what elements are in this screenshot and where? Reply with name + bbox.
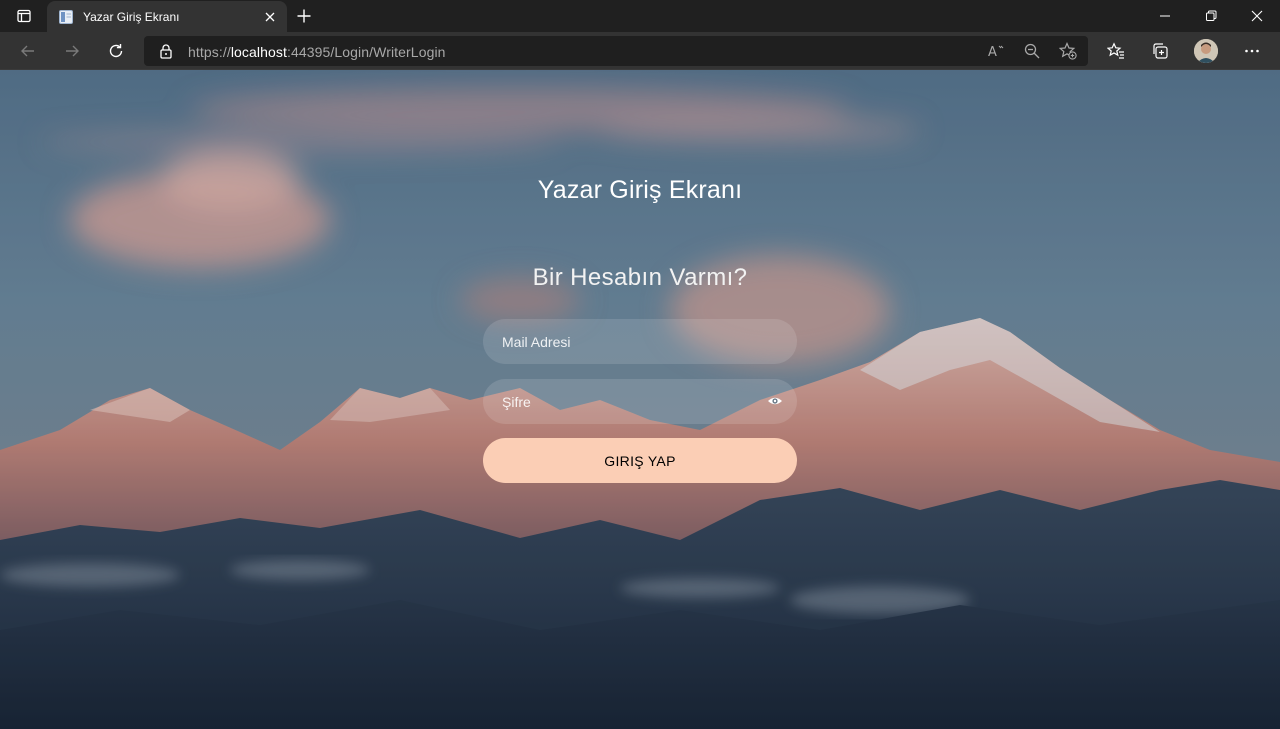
login-page: Yazar Giriş Ekranı Bir Hesabın Varmı? GI…: [0, 70, 1280, 729]
mail-field[interactable]: [483, 319, 797, 364]
url-path: :44395/Login/WriterLogin: [286, 44, 446, 60]
tab-title: Yazar Giriş Ekranı: [83, 9, 180, 24]
close-window-icon[interactable]: [1234, 0, 1280, 32]
address-bar[interactable]: https://localhost:44395/Login/WriterLogi…: [144, 36, 1088, 66]
login-button[interactable]: GIRIŞ YAP: [483, 438, 797, 483]
arrow-right-icon[interactable]: [58, 37, 86, 65]
tab-strip: Yazar Giriş Ekranı: [0, 0, 1280, 32]
url-scheme: https://: [188, 44, 231, 60]
tab-actions-icon[interactable]: [8, 4, 40, 28]
tab-close-icon[interactable]: [258, 5, 282, 29]
zoom-out-icon[interactable]: [1021, 40, 1043, 62]
login-title: Yazar Giriş Ekranı: [537, 176, 743, 204]
password-field[interactable]: [483, 379, 797, 424]
read-aloud-icon[interactable]: A: [985, 40, 1007, 62]
mail-input[interactable]: [483, 319, 797, 364]
page-favicon-icon: [58, 9, 74, 25]
refresh-icon[interactable]: [102, 37, 130, 65]
minimize-icon[interactable]: [1142, 0, 1188, 32]
svg-text:A: A: [988, 45, 997, 60]
favorites-icon[interactable]: [1102, 37, 1130, 65]
new-tab-plus-icon[interactable]: [292, 4, 316, 28]
password-input[interactable]: [483, 379, 797, 424]
star-add-icon[interactable]: [1057, 40, 1079, 62]
browser-tab[interactable]: Yazar Giriş Ekranı: [47, 1, 287, 32]
lock-icon[interactable]: [158, 43, 174, 59]
eye-icon[interactable]: [767, 393, 783, 409]
login-subtitle: Bir Hesabın Varmı?: [532, 264, 748, 291]
url-text[interactable]: https://localhost:44395/Login/WriterLogi…: [188, 44, 446, 60]
arrow-left-icon[interactable]: [14, 37, 42, 65]
collections-icon[interactable]: [1146, 37, 1174, 65]
url-host: localhost: [230, 44, 287, 60]
address-toolbar: https://localhost:44395/Login/WriterLogi…: [0, 32, 1280, 70]
avatar[interactable]: [1194, 39, 1218, 63]
more-icon[interactable]: [1238, 37, 1266, 65]
restore-icon[interactable]: [1188, 0, 1234, 32]
